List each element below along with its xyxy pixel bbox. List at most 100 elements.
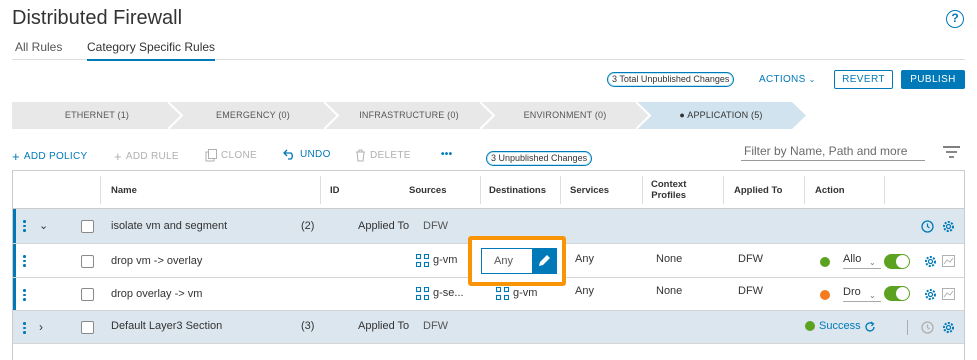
category-application[interactable]: ● APPLICATION (5) [636,102,806,129]
category-infrastructure[interactable]: INFRASTRUCTURE (0) [324,102,494,129]
destination-edit-field[interactable]: Any [481,248,557,274]
action-select-value: Dro [843,286,861,298]
category-label: EMERGENCY (0) [216,110,290,120]
column-name[interactable]: Name [111,185,137,196]
pencil-icon [539,255,550,266]
gear-icon[interactable] [924,255,937,268]
total-unpublished-badge[interactable]: 3 Total Unpublished Changes [607,72,735,87]
column-context-profiles-line1: Context [651,179,687,190]
policy-name[interactable]: isolate vm and segment [111,220,227,232]
rule-applied-to[interactable]: DFW [738,253,763,265]
clock-icon[interactable] [921,220,934,233]
rule-profile[interactable]: None [656,253,682,265]
chevron-right-icon[interactable]: › [39,320,43,334]
row-checkbox[interactable] [81,255,94,268]
column-services[interactable]: Services [570,185,609,196]
add-policy-button[interactable]: + ADD POLICY [12,149,87,164]
policy-applied-to[interactable]: DFW [423,320,448,332]
add-policy-label: ADD POLICY [23,151,88,162]
policy-applied-to-label: Applied To [358,220,410,232]
rule-enabled-toggle[interactable] [884,286,910,301]
category-emergency[interactable]: EMERGENCY (0) [168,102,338,129]
unpublished-changes-badge[interactable]: 3 Unpublished Changes [486,151,593,166]
group-icon [416,287,429,300]
row-checkbox[interactable] [81,288,94,301]
clock-icon[interactable] [921,321,934,334]
policy-row[interactable]: › Default Layer3 Section (3) Applied To … [13,311,964,344]
rule-name[interactable]: drop overlay -> vm [111,288,202,300]
filter-input[interactable]: Filter by Name, Path and more [741,143,925,161]
group-icon [416,254,429,267]
policy-name[interactable]: Default Layer3 Section [111,320,222,332]
chevron-down-icon[interactable]: ⌄ [39,219,48,232]
policy-applied-to[interactable]: DFW [423,220,448,232]
add-rule-button[interactable]: + ADD RULE [114,149,179,164]
rule-service[interactable]: Any [575,285,594,297]
column-sources[interactable]: Sources [409,185,447,196]
rule-enabled-toggle[interactable] [884,254,910,269]
status-success-dot [805,321,815,331]
gear-icon[interactable] [942,321,955,334]
column-id[interactable]: ID [330,185,340,196]
column-applied-to[interactable]: Applied To [734,185,782,196]
publish-button[interactable]: PUBLISH [901,70,965,89]
drag-handle-icon[interactable] [23,320,27,336]
category-bar: ETHERNET (1) EMERGENCY (0) INFRASTRUCTUR… [12,102,812,129]
tab-all-rules[interactable]: All Rules [15,40,62,60]
more-actions-button[interactable]: ••• [441,149,452,160]
category-label: INFRASTRUCTURE (0) [359,110,459,120]
gear-icon[interactable] [942,220,955,233]
delete-button[interactable]: DELETE [355,149,411,162]
row-checkbox[interactable] [81,321,94,334]
edit-destination-button[interactable] [532,249,556,273]
row-checkbox[interactable] [81,220,94,233]
undo-button[interactable]: UNDO [283,149,331,160]
drag-handle-icon[interactable] [23,218,27,234]
clone-button[interactable]: CLONE [205,149,257,162]
gear-icon[interactable] [924,288,937,301]
filter-icon[interactable] [943,146,960,158]
actions-menu[interactable]: ACTIONS ⌄ [759,74,816,85]
drag-handle-icon[interactable] [23,287,27,303]
rule-destination: Any [494,255,513,267]
tab-category-specific-rules[interactable]: Category Specific Rules [87,40,216,61]
category-label: ● APPLICATION (5) [679,110,763,120]
column-action[interactable]: Action [815,185,845,196]
trash-icon [356,149,365,162]
tab-bar: All Rules Category Specific Rules [12,38,965,61]
rule-applied-to[interactable]: DFW [738,285,763,297]
drag-handle-icon[interactable] [23,253,27,269]
delete-label: DELETE [370,150,411,161]
chart-icon[interactable] [942,288,955,300]
category-environment[interactable]: ENVIRONMENT (0) [480,102,650,129]
action-select[interactable]: Dro ⌄ [843,286,881,302]
add-rule-label: ADD RULE [125,151,179,162]
policy-rule-count: (3) [301,320,315,332]
help-icon[interactable]: ? [946,10,964,28]
action-select[interactable]: Allo ⌄ [843,253,881,269]
rule-name[interactable]: drop vm -> overlay [111,255,202,267]
category-ethernet[interactable]: ETHERNET (1) [12,102,182,129]
refresh-icon[interactable] [864,321,876,333]
plus-icon: + [12,149,20,164]
category-label: ENVIRONMENT (0) [523,110,607,120]
chevron-down-icon: ⌄ [869,258,876,267]
column-destinations[interactable]: Destinations [489,185,546,196]
revert-button[interactable]: REVERT [834,70,893,89]
rule-destination[interactable]: g-vm [513,287,537,299]
rule-source[interactable]: g-se... [433,287,464,299]
rule-service[interactable]: Any [575,253,594,265]
rule-source[interactable]: g-vm [433,254,457,266]
clone-label: CLONE [221,150,257,161]
policy-applied-to-label: Applied To [358,320,410,332]
column-context-profiles[interactable]: Context Profiles [651,179,686,201]
rule-profile[interactable]: None [656,285,682,297]
divider [907,320,908,335]
chart-icon[interactable] [942,255,955,267]
action-status-dot [820,290,830,300]
undo-label: UNDO [300,149,331,160]
category-label: ETHERNET (1) [64,110,130,120]
action-status-dot [820,257,830,267]
destination-edit-highlight: Any [468,236,566,286]
page-title: Distributed Firewall [12,7,183,29]
